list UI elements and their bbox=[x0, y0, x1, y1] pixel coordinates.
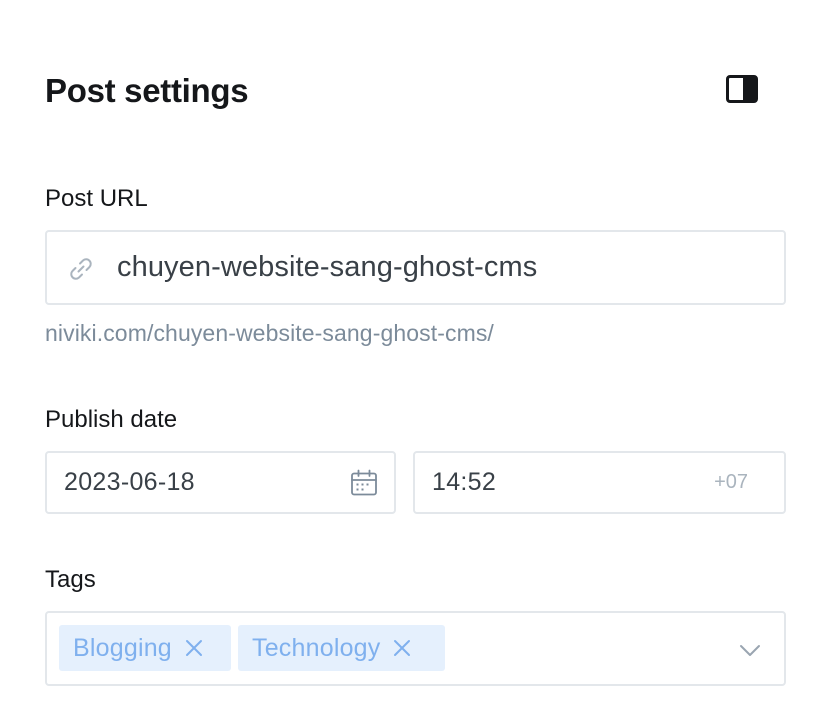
tags-field[interactable]: Blogging Technology bbox=[45, 611, 786, 686]
page-title: Post settings bbox=[45, 72, 249, 109]
calendar-icon[interactable] bbox=[350, 469, 378, 497]
tag-chip[interactable]: Blogging bbox=[59, 625, 231, 671]
sidebar-toggle-icon bbox=[726, 75, 758, 103]
close-icon bbox=[394, 640, 411, 656]
tag-label: Blogging bbox=[73, 634, 172, 662]
link-icon bbox=[70, 258, 92, 280]
sidebar-toggle-button[interactable] bbox=[726, 75, 758, 103]
publish-date-value: 2023-06-18 bbox=[64, 468, 195, 496]
tag-remove-button[interactable] bbox=[392, 638, 412, 658]
tag-remove-button[interactable] bbox=[184, 638, 204, 658]
close-icon bbox=[185, 640, 202, 656]
post-url-preview: niviki.com/chuyen-website-sang-ghost-cms… bbox=[45, 320, 494, 346]
publish-time-value: 14:52 bbox=[432, 468, 497, 496]
tag-chip[interactable]: Technology bbox=[238, 625, 445, 671]
tags-label: Tags bbox=[45, 566, 96, 593]
chevron-down-icon[interactable] bbox=[738, 638, 762, 662]
post-url-field[interactable]: chuyen-website-sang-ghost-cms bbox=[45, 230, 786, 305]
publish-time-field[interactable]: 14:52 +07 bbox=[413, 451, 786, 514]
tag-label: Technology bbox=[252, 634, 381, 662]
timezone-label: +07 bbox=[714, 471, 748, 493]
post-url-label: Post URL bbox=[45, 185, 148, 212]
publish-date-field[interactable]: 2023-06-18 bbox=[45, 451, 396, 514]
post-url-value: chuyen-website-sang-ghost-cms bbox=[117, 251, 538, 283]
panel-header: Post settings bbox=[45, 68, 786, 114]
publish-date-label: Publish date bbox=[45, 406, 178, 433]
